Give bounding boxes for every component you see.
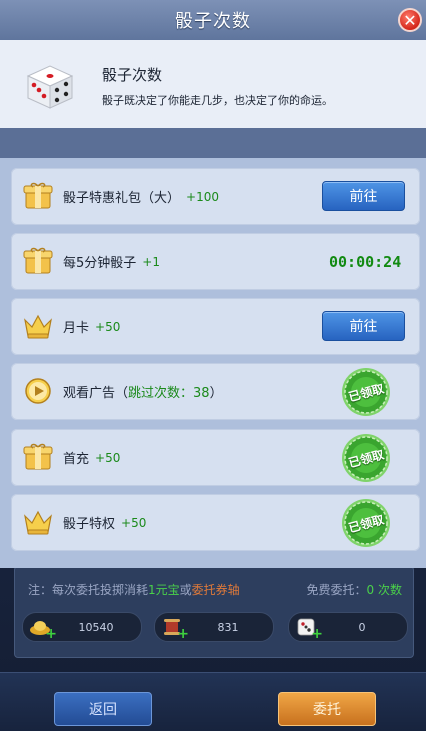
close-icon: ✕ [403, 10, 417, 30]
crown-icon [23, 312, 53, 340]
claimed-badge: 已领取 [340, 432, 392, 484]
header-description: 骰子既决定了你能走几步，也决定了你的命运。 [102, 94, 333, 107]
note-ticket: 委托券轴 [191, 582, 240, 597]
resource-gold-value: 10540 [78, 620, 114, 634]
list-item-label: 观看广告（ 跳过次数：38） [63, 386, 223, 401]
claimed-badge: 已领取 [340, 497, 392, 549]
list-item-monthly-card: 月卡 +50 前往 [11, 298, 420, 355]
list-item-label: 骰子特惠礼包（大） +100 [63, 189, 219, 207]
resource-scroll[interactable]: + 831 [154, 612, 274, 642]
gift-box-icon [23, 247, 53, 275]
list-item-label: 每5分钟骰子 +1 [63, 254, 160, 272]
free-entrust-label: 免费委托：0 次数 [306, 582, 402, 597]
resource-dice[interactable]: + 0 [288, 612, 408, 642]
list-item-label: 月卡 +50 [63, 319, 121, 337]
goto-button[interactable]: 前往 [322, 181, 405, 211]
gift-box-icon [23, 182, 53, 210]
dice-count-dialog: 骰子次数 ✕ 骰子次数 骰子既决定了你能走几步，也决定了你的命运。 骰子特惠礼包… [0, 0, 426, 568]
header-title: 骰子次数 [102, 66, 163, 84]
resource-scroll-value: 831 [217, 620, 239, 634]
list-item-dice-gift-pack: 骰子特惠礼包（大） +100 前往 [11, 168, 420, 225]
crown-icon [23, 508, 53, 536]
list-item-label: 首充 +50 [63, 450, 121, 468]
dice-icon [22, 60, 76, 110]
countdown-timer: 00:00:24 [329, 252, 402, 271]
dialog-title: 骰子次数 [175, 11, 251, 32]
resource-dice-value: 0 [358, 620, 366, 634]
dice-icon: + [295, 616, 323, 642]
play-icon [23, 377, 53, 405]
list-item-first-recharge: 首充 +50 已领取 [11, 429, 420, 486]
note-or: 或 [179, 582, 192, 597]
resource-gold[interactable]: + 10540 [22, 612, 142, 642]
back-button[interactable]: 返回 [54, 692, 152, 726]
gift-box-icon [23, 443, 53, 471]
list-item-dice-every-5-min: 每5分钟骰子 +1 00:00:24 [11, 233, 420, 290]
entrust-note: 注：每次委托投掷消耗 1元宝 或 委托券轴 免费委托：0 次数 [16, 576, 410, 602]
goto-button[interactable]: 前往 [322, 311, 405, 341]
list-item-watch-ad: 观看广告（ 跳过次数：38） 已领取 [11, 363, 420, 420]
note-prefix: 注：每次委托投掷消耗 [28, 582, 149, 597]
list-item-dice-privilege: 骰子特权 +50 已领取 [11, 494, 420, 551]
entrust-button[interactable]: 委托 [278, 692, 376, 726]
scroll-icon: + [161, 616, 189, 642]
list-item-label: 骰子特权 +50 [63, 515, 147, 533]
close-button[interactable]: ✕ [398, 8, 422, 32]
note-cost: 1元宝 [148, 582, 180, 597]
header-separator [0, 128, 426, 158]
gold-ingot-icon: + [29, 616, 57, 642]
claimed-badge: 已领取 [340, 366, 392, 418]
